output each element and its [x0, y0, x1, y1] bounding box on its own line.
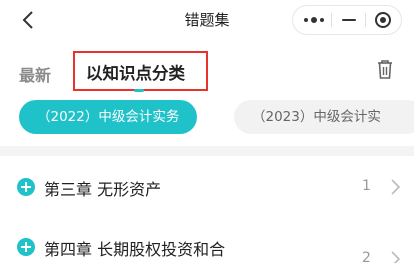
mini-program-capsule [292, 5, 402, 35]
chapter-title: 第三章 无形资产 [44, 180, 162, 199]
chip-2023-intermediate-accounting[interactable]: （2023）中级会计实 [234, 100, 414, 134]
subject-filter-bar: （2022）中级会计实务 （2023）中级会计实 [0, 100, 414, 136]
chip-2022-intermediate-accounting[interactable]: （2022）中级会计实务 [19, 100, 198, 134]
expand-plus-icon[interactable] [17, 238, 35, 256]
chapter-title: 第四章 长期股权投资和合 [44, 240, 226, 259]
minimize-icon[interactable] [331, 6, 367, 34]
chapter-row[interactable]: 第四章 长期股权投资和合 2 [0, 230, 414, 263]
active-tab-indicator [134, 89, 144, 92]
section-divider [0, 146, 414, 156]
tab-by-knowledge-point[interactable]: 以知识点分类 [86, 60, 185, 84]
category-tabs: 最新 以知识点分类 [0, 48, 414, 98]
chapter-row[interactable]: 第三章 无形资产 1 [0, 170, 414, 210]
more-dots-icon[interactable] [296, 6, 332, 34]
mistake-count: 2 [362, 250, 371, 263]
tab-latest[interactable]: 最新 [19, 62, 51, 86]
expand-plus-icon[interactable] [17, 178, 35, 196]
nav-bar: 错题集 [0, 0, 414, 40]
trash-icon[interactable] [375, 58, 395, 80]
target-close-icon[interactable] [365, 6, 401, 34]
mistake-count: 1 [362, 178, 371, 194]
chevron-right-icon [390, 249, 402, 263]
chevron-right-icon [390, 177, 402, 197]
